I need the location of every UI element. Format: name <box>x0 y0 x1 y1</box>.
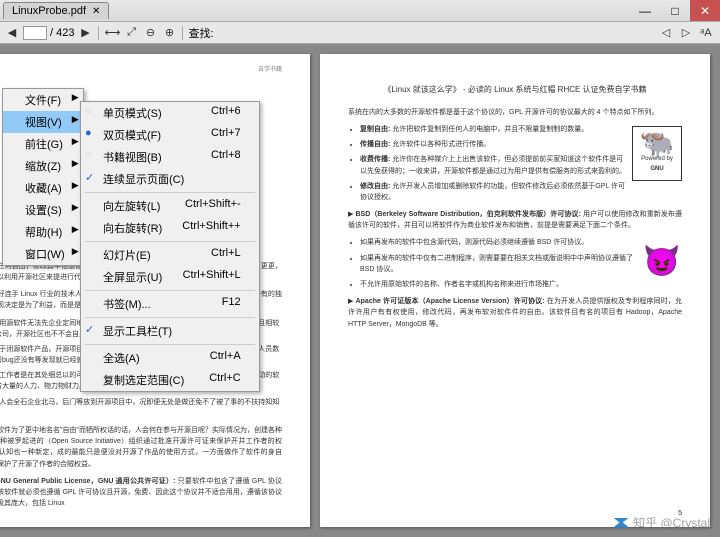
page-header: 自学书籍 <box>258 66 282 76</box>
menu-item[interactable]: 设置(S)▶ <box>3 199 83 221</box>
menu-item[interactable]: 视图(V)▶ <box>3 111 83 133</box>
submenu-item[interactable]: ●双页模式(F)Ctrl+7 <box>81 124 259 146</box>
maximize-button[interactable]: □ <box>660 0 690 21</box>
view-submenu: ○单页模式(S)Ctrl+6●双页模式(F)Ctrl+7○书籍视图(B)Ctrl… <box>80 101 260 392</box>
submenu-item[interactable]: ✓显示工具栏(T) <box>81 320 259 342</box>
menu-item[interactable]: 前往(G)▶ <box>3 133 83 155</box>
menu-popup: 文件(F)▶视图(V)▶前往(G)▶缩放(Z)▶收藏(A)▶设置(S)▶帮助(H… <box>2 88 84 266</box>
page-total: / 423 <box>50 27 74 39</box>
toolbar: ◀ / 423 ▶ ⟷ ⤢ ⊖ ⊕ 查找: ◁ ▷ ᵃA <box>0 22 720 44</box>
submenu-item[interactable]: 向右旋转(R)Ctrl+Shift++ <box>81 217 259 239</box>
nav-fwd-icon[interactable]: ▶ <box>77 25 93 41</box>
submenu-item[interactable]: 向左旋转(L)Ctrl+Shift+- <box>81 195 259 217</box>
list-item: 如果再发布的软件中包含源代码，则源代码必须继续遵循 BSD 许可协议。 <box>360 237 682 248</box>
submenu-item[interactable]: 复制选定范围(C)Ctrl+C <box>81 369 259 391</box>
menu-item[interactable]: 文件(F)▶ <box>3 89 83 111</box>
find-label: 查找: <box>188 25 213 41</box>
submenu-item[interactable]: ✓连续显示页面(C) <box>81 168 259 190</box>
text-tool-icon[interactable]: ᵃA <box>698 25 714 41</box>
list-item: 如果再发布的软件中仅有二进制程序，则需要要在相关文档或版说明中中声明协议遵循了 … <box>360 253 682 275</box>
nav-back-icon[interactable]: ◀ <box>4 25 20 41</box>
tab-title: LinuxProbe.pdf <box>12 5 86 17</box>
submenu-item[interactable]: 书签(M)...F12 <box>81 293 259 315</box>
list-item: 更透明: 没有人会全石企业北马，后门等放到开源项目中，况即便无处是做还免不了被了… <box>0 397 282 419</box>
document-tab[interactable]: LinuxProbe.pdf ✕ <box>3 2 109 19</box>
fit-width-icon[interactable]: ⟷ <box>104 25 120 41</box>
prev-page-icon[interactable]: ◁ <box>658 25 674 41</box>
submenu-item[interactable]: 全屏显示(U)Ctrl+Shift+L <box>81 266 259 288</box>
menu-item[interactable]: 收藏(A)▶ <box>3 177 83 199</box>
list-item: 不允许用原始软件的名称、作者名字或机构名称来进行市场推广。 <box>360 279 682 290</box>
menu-item[interactable]: 缩放(Z)▶ <box>3 155 83 177</box>
zoom-in-icon[interactable]: ⊕ <box>161 25 177 41</box>
submenu-item[interactable]: ○单页模式(S)Ctrl+6 <box>81 102 259 124</box>
main-menu: 文件(F)▶视图(V)▶前往(G)▶缩放(Z)▶收藏(A)▶设置(S)▶帮助(H… <box>2 88 84 266</box>
watermark: 知乎 @Crystal <box>613 514 710 531</box>
fit-page-icon[interactable]: ⤢ <box>123 25 139 41</box>
menu-item[interactable]: 窗口(W)▶ <box>3 243 83 265</box>
minimize-button[interactable]: — <box>630 0 660 21</box>
next-page-icon[interactable]: ▷ <box>678 25 694 41</box>
page-number-input[interactable] <box>23 26 47 40</box>
pdf-page-right: 《Linux 就该这么学》 - 必读的 Linux 系统与红帽 RHCE 认证免… <box>320 54 710 527</box>
tab-close-icon[interactable]: ✕ <box>92 6 100 17</box>
list-item: 修改自由: 允许开发人员增加或删除软件的功能，但软件修改后必须依然基于GPL 许… <box>360 181 682 203</box>
bsd-logo: 😈 <box>642 239 682 284</box>
menu-item[interactable]: 帮助(H)▶ <box>3 221 83 243</box>
window-close-button[interactable]: ✕ <box>690 0 720 21</box>
submenu-item[interactable]: ○书籍视图(B)Ctrl+8 <box>81 146 259 168</box>
zhihu-icon <box>613 518 629 528</box>
zoom-out-icon[interactable]: ⊖ <box>142 25 158 41</box>
submenu-item[interactable]: 幻灯片(E)Ctrl+L <box>81 244 259 266</box>
submenu-item[interactable]: 全选(A)Ctrl+A <box>81 347 259 369</box>
page-title: 《Linux 就该这么学》 - 必读的 Linux 系统与红帽 RHCE 认证免… <box>348 84 682 97</box>
titlebar: LinuxProbe.pdf ✕ — □ ✕ <box>0 0 720 22</box>
gnu-logo: 🐃 Powered by GNU <box>632 126 682 181</box>
